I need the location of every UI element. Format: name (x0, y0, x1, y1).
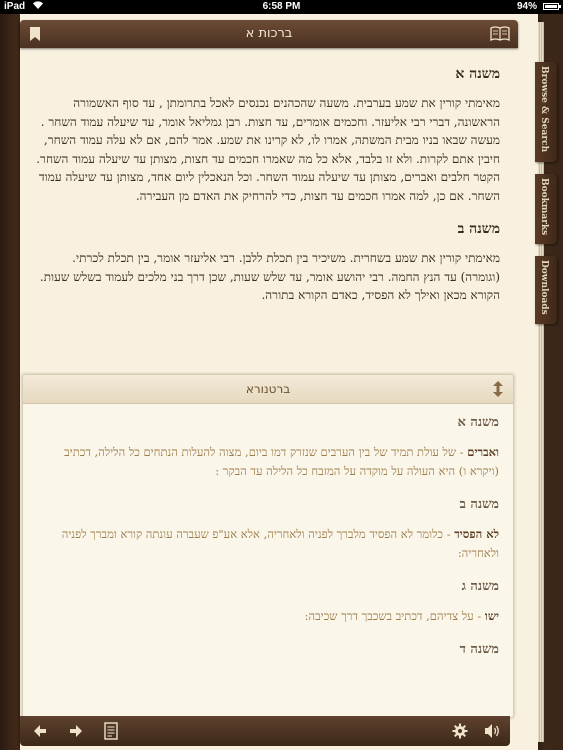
battery-icon (543, 3, 561, 10)
battery-percent: 94% (516, 1, 537, 12)
commentary-title: ברטנורא (245, 382, 291, 396)
left-binding (0, 14, 20, 750)
downloads-tab[interactable]: Downloads (535, 256, 557, 324)
clock: 6:58 PM (262, 1, 301, 12)
status-bar: iPad 6:58 PM 94% (0, 0, 563, 14)
page-title: ברכות א (245, 26, 293, 41)
bookmarks-tab[interactable]: Bookmarks (535, 174, 557, 244)
commentary-text: - על צדיהם, דכתיב בשכבך דרך שכיבה: (304, 609, 485, 623)
browse-search-label: Browse & Search (539, 66, 549, 153)
resize-icon[interactable] (491, 380, 505, 398)
back-arrow-icon[interactable] (32, 723, 48, 739)
commentary-section-heading: משנה ב (459, 497, 499, 512)
speaker-icon[interactable] (484, 723, 500, 739)
commentary-section-heading: משנה א (457, 415, 500, 430)
gear-icon[interactable] (452, 723, 468, 739)
mishnah-text: משנה א מאימתי קורין את שמע בערבית. משעה … (36, 62, 500, 305)
section-heading: משנה ב (457, 221, 500, 237)
section-text: מאימתי קורין את שמע בשחרית. משיכיר בין ת… (39, 251, 500, 302)
commentary-panel: ברטנורא משנה א ואברים - של עולת תמיד של … (22, 374, 514, 718)
commentary-term: ואברים (467, 445, 499, 459)
commentary-section-heading: משנה ד (459, 642, 499, 657)
browse-search-tab[interactable]: Browse & Search (535, 62, 557, 162)
document-icon[interactable] (104, 722, 120, 740)
commentary-term: ישו (484, 609, 499, 623)
commentary-text: - של עולת תמיד של בין הערבים שנזרק דמו ב… (64, 445, 499, 478)
book-icon[interactable] (490, 26, 510, 42)
bookmarks-label: Bookmarks (539, 178, 549, 236)
section-heading: משנה א (455, 66, 500, 82)
forward-arrow-icon[interactable] (68, 723, 84, 739)
commentary-entry: ישו - על צדיהם, דכתיב בשכבך דרך שכיבה: (39, 607, 499, 626)
commentary-entry: לא הפסיד - כלומר לא הפסיד מלברך לפניה ול… (39, 525, 499, 563)
commentary-section-heading: משנה ג (461, 579, 499, 594)
commentary-text: - כלומר לא הפסיד מלברך לפניה ולאחריה, אל… (61, 527, 499, 560)
commentary-header: ברטנורא (23, 375, 513, 404)
commentary-term: לא הפסיד (454, 527, 499, 541)
bottom-toolbar (20, 716, 510, 746)
commentary-body: משנה א ואברים - של עולת תמיד של בין הערב… (39, 411, 499, 662)
commentary-entry: ואברים - של עולת תמיד של בין הערבים שנזר… (39, 443, 499, 481)
downloads-label: Downloads (539, 260, 549, 315)
top-bar: ברכות א (20, 20, 518, 48)
section-text: מאימתי קורין את שמע בערבית. משעה שהכהנים… (36, 96, 500, 203)
